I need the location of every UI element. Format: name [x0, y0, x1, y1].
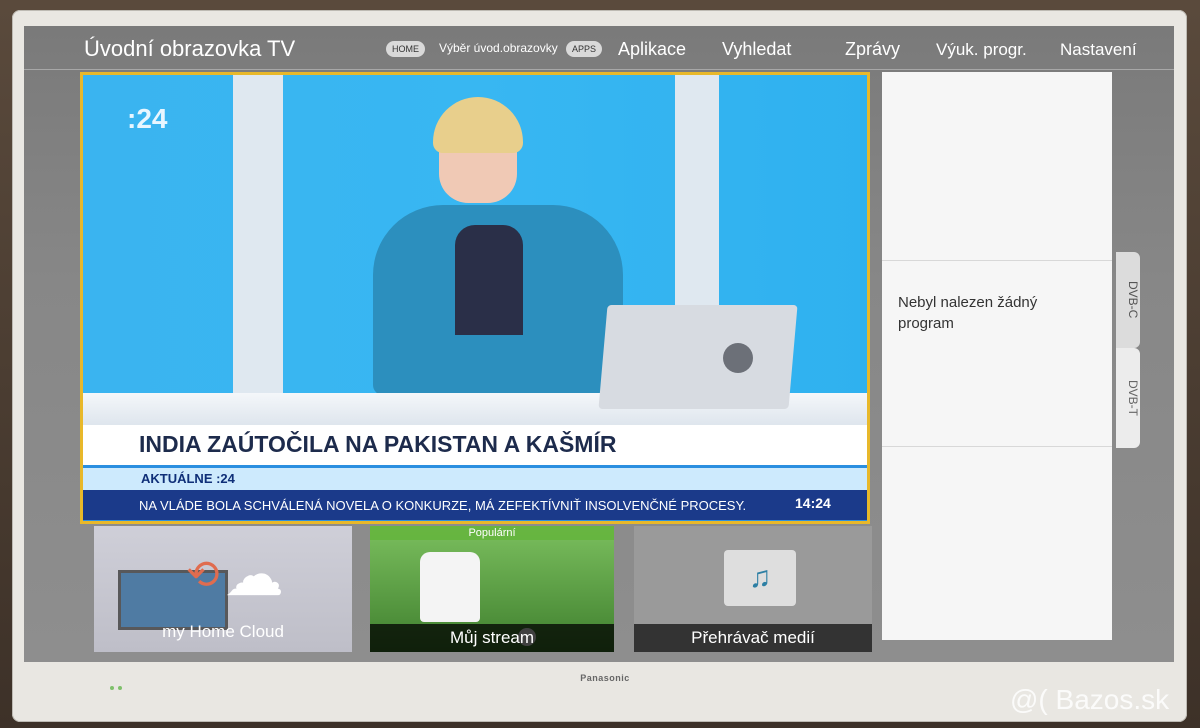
top-bar: Úvodní obrazovka TV HOME Výběr úvod.obra…	[24, 26, 1174, 70]
tile-media-player[interactable]: ♫ Přehrávač medií	[634, 526, 872, 652]
apps-badge: APPS	[566, 41, 603, 57]
home-badge: HOME	[386, 41, 425, 57]
site-watermark: @( Bazos.sk	[1010, 684, 1170, 715]
menu-settings[interactable]: Nastavení	[1060, 40, 1137, 60]
laptop	[598, 305, 798, 409]
menu-tutorial[interactable]: Výuk. progr.	[936, 40, 1027, 60]
tile-label: Můj stream	[370, 624, 614, 652]
soccer-player-image	[420, 552, 480, 622]
news-ticker: NA VLÁDE BOLA SCHVÁLENÁ NOVELA O KONKURZ…	[139, 498, 747, 513]
news-anchor-shirt	[455, 225, 523, 335]
cloud-icon: ☁	[224, 541, 284, 608]
power-led	[110, 677, 132, 690]
menu-apps[interactable]: Aplikace	[618, 39, 686, 60]
tv-brand-logo: Panasonic	[580, 673, 630, 683]
media-player-icon: ♫	[724, 550, 796, 606]
tile-label: my Home Cloud	[162, 622, 284, 641]
program-panel: Nebyl nalezen žádný program	[882, 72, 1112, 640]
clock: 14:24	[795, 495, 831, 511]
menu-news[interactable]: Zprávy	[845, 39, 900, 60]
sync-arrows-icon: ⟲	[186, 553, 220, 597]
popular-badge: Populární	[370, 526, 614, 540]
tile-home-cloud[interactable]: ⟲ ☁ my Home Cloud	[94, 526, 352, 652]
home-select-label[interactable]: Výběr úvod.obrazovky	[439, 41, 558, 55]
news-headline: INDIA ZAÚTOČILA NA PAKISTAN A KAŠMÍR	[139, 431, 617, 457]
tab-dvb-c[interactable]: DVB-C	[1116, 252, 1140, 348]
tile-label: Přehrávač medií	[634, 624, 872, 652]
ticker-label: AKTUÁLNE :24	[141, 471, 235, 486]
panel-divider	[882, 260, 1112, 261]
laptop-logo	[723, 343, 753, 373]
menu-search[interactable]: Vyhledat	[722, 39, 791, 60]
channel-logo: :24	[127, 103, 168, 134]
page-title: Úvodní obrazovka TV	[84, 36, 296, 61]
tile-my-stream[interactable]: Populární Můj stream	[370, 526, 614, 652]
tv-screen: Úvodní obrazovka TV HOME Výběr úvod.obra…	[24, 26, 1174, 662]
live-tv-preview[interactable]: :24 INDIA ZAÚTOČILA NA PAKISTAN A KAŠMÍR…	[80, 72, 870, 524]
no-program-message: Nebyl nalezen žádný program	[898, 294, 1038, 332]
panel-divider	[882, 446, 1112, 447]
studio-pillar	[233, 75, 283, 405]
tab-dvb-t[interactable]: DVB-T	[1116, 348, 1140, 448]
